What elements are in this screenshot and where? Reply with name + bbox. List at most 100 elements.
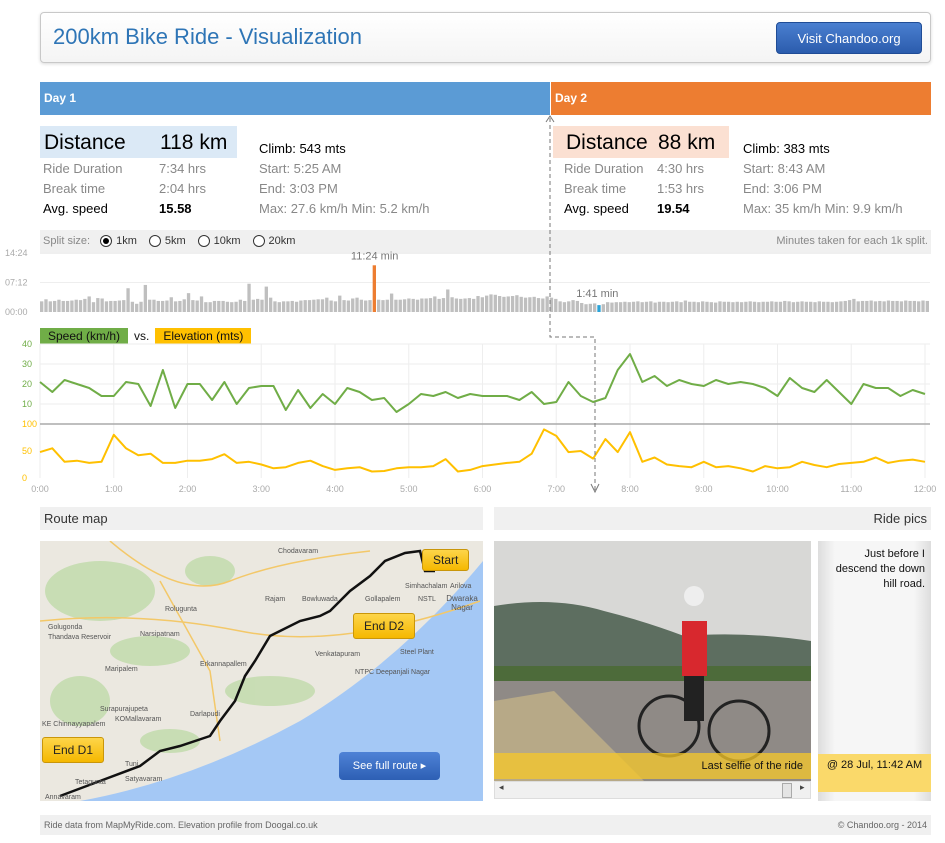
split-bar [407,298,411,312]
photo-timestamp: @ 28 Jul, 11:42 AM [818,754,931,792]
split-bar [515,295,519,312]
split-bar [519,296,523,312]
day1-ride-duration: 7:34 hrs [159,161,206,176]
split-bar [623,301,627,312]
split-bar [143,284,148,312]
split-bar [636,301,640,312]
x-tick-label: 8:00 [621,484,639,494]
split-bar [778,301,783,312]
split-bar [450,297,454,312]
split-bar [722,301,726,312]
day1-distance-label: Distance [44,131,126,154]
map-place: Darlapudi [190,711,220,718]
split-bar [839,301,843,312]
day1-header: Day 1 [40,82,550,115]
split-bar [796,301,800,312]
split-bar [48,301,52,312]
split-bar [268,297,273,312]
map-place: KE Chinnayyapalem [42,721,106,728]
map-place: Tuni [125,761,139,768]
split-bar [865,300,869,312]
split-bar [195,300,199,312]
split-bar [57,299,61,312]
split-bar [139,301,143,312]
map-place: Venkatapuram [315,651,360,658]
split-bar [593,303,597,312]
ride-photo: Last selfie of the ride [494,541,811,781]
split-bar [761,301,765,312]
map-place: Satyavaram [125,776,163,783]
split-bar [627,302,631,312]
split-bar [221,300,225,312]
split-bar [731,302,735,312]
split-bar [614,302,618,312]
split-bar [804,301,809,312]
visit-chandoo-button[interactable]: Visit Chandoo.org [776,22,922,54]
split-bar [78,300,83,312]
scroll-left-icon[interactable]: ◂ [499,783,504,793]
split-bar [342,300,346,312]
split-bar [165,300,169,312]
route-map-header: Route map [40,507,483,530]
split-bar [290,300,294,312]
x-tick-label: 12:00 [914,484,937,494]
map-place: Surapurajupeta [100,706,148,713]
split-bar [912,300,917,312]
split-bar [549,297,554,312]
route-map[interactable]: Chodavaram Rajam Bowluwada Rolugunta Gol… [40,541,483,801]
split-bar [752,301,757,312]
split-bar [830,302,834,312]
caret-right-icon: ▸ [420,760,427,772]
split-bar [506,296,510,312]
callout-end-d1: End D1 [42,737,105,763]
split-bar [178,300,182,312]
day1-climb: Climb: 543 mts [259,141,346,156]
see-full-route-button[interactable]: See full route ▸ [339,752,440,780]
split-bar [692,301,696,312]
split-bar [44,299,48,312]
split-bar [91,302,96,312]
footer-copyright: © Chandoo.org - 2014 [837,820,927,830]
split-bar [230,302,234,312]
split-bar [891,300,895,312]
min-split-label: 1:41 min [576,288,618,300]
split-bar [472,298,476,312]
footer-credits: Ride data from MapMyRide.com. Elevation … [44,820,318,830]
day1-break-time: 2:04 hrs [159,181,206,196]
map-place: Erkannapallem [200,661,247,668]
split-bar [394,299,398,312]
map-place: Dwaraka Nagar [446,594,478,612]
scroll-right-icon[interactable]: ▸ [800,783,805,793]
split-bar [528,297,532,312]
ride-pics-header: Ride pics [494,507,931,530]
callout-start: Start [422,549,470,571]
map-place: Tetagunta [75,779,106,786]
x-tick-label: 3:00 [252,484,270,494]
split-bar [701,301,705,312]
day2-ride-duration-label: Ride Duration [564,161,644,176]
split-bar [541,298,545,312]
split-bar [446,289,450,312]
split-bar [83,298,87,312]
split-bar [536,298,541,312]
split-bar [398,299,402,312]
scrollbar-thumb[interactable] [782,783,792,798]
map-place: Annavaram [45,794,81,801]
split-bar [895,300,899,312]
speed-elevation-chart: 0:00 1:00 2:00 3:00 4:00 5:00 6:00 7:00 8:00 9:00… [22,339,937,494]
split-bar [601,304,605,312]
split-bar [420,298,424,312]
split-bar [186,293,191,312]
x-tick-label: 7:00 [547,484,565,494]
split-bar [562,302,567,312]
photo-scrollbar[interactable]: ◂ ▸ [494,781,811,799]
map-place: Maripalem [105,666,138,673]
day1-end: End: 3:03 PM [259,181,338,196]
split-bar [480,297,484,312]
photo-image [494,541,811,781]
split-bar [787,301,791,312]
split-bar [385,299,389,312]
split-bar [281,301,286,312]
split-bar [148,299,152,312]
split-bar [104,301,109,312]
